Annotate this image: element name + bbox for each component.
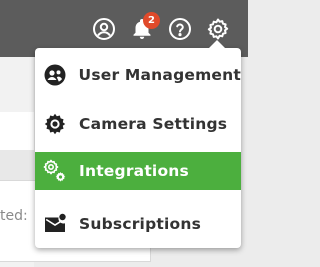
- background-card-text: ted:: [0, 208, 28, 224]
- gear-icon[interactable]: [204, 15, 232, 43]
- background-panel-row: [0, 112, 34, 150]
- camera-settings-gear-icon: [42, 111, 68, 137]
- menu-item-label: Subscriptions: [79, 214, 201, 233]
- notification-count-badge: 2: [143, 12, 160, 29]
- user-management-icon: [42, 62, 68, 88]
- integrations-gears-icon: [42, 158, 68, 184]
- menu-item-label: User Management: [78, 65, 241, 84]
- account-circle-icon[interactable]: [90, 15, 118, 43]
- menu-item-user-management[interactable]: User Management: [35, 56, 241, 93]
- menu-item-camera-settings[interactable]: Camera Settings: [35, 105, 241, 142]
- settings-dropdown-menu: User Management Camera Settings Integrat…: [35, 40, 241, 248]
- menu-item-subscriptions[interactable]: Subscriptions: [35, 205, 241, 242]
- menu-item-integrations[interactable]: Integrations: [35, 152, 241, 190]
- menu-item-label: Integrations: [79, 162, 189, 180]
- help-circle-icon[interactable]: [166, 15, 194, 43]
- mail-notification-icon: [42, 211, 68, 237]
- menu-item-label: Camera Settings: [79, 114, 228, 133]
- background-panel-row: [0, 150, 34, 180]
